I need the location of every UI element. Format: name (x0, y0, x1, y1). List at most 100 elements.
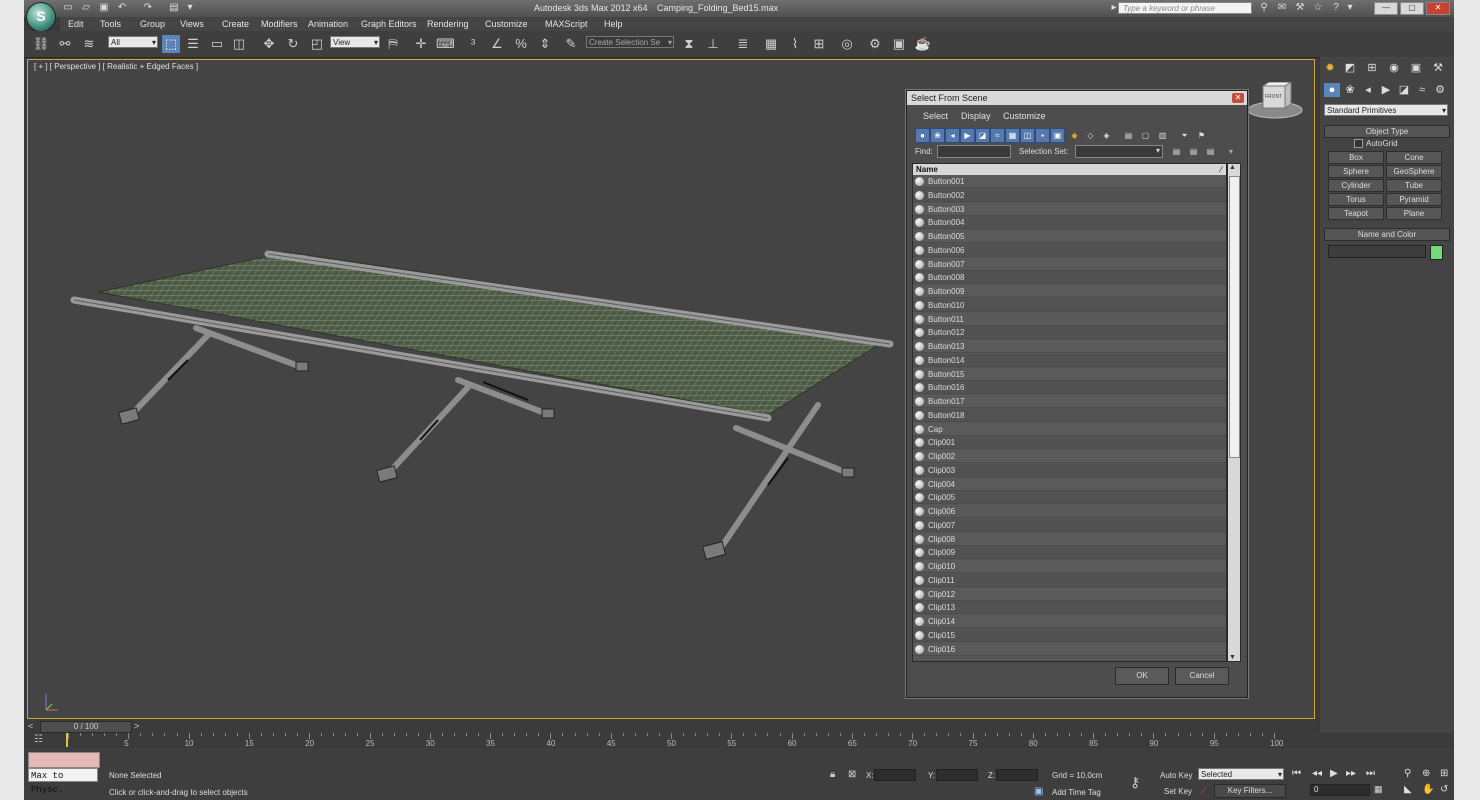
app-logo-icon[interactable]: S (26, 2, 56, 32)
dialog-menu-display[interactable]: Display (961, 111, 991, 121)
list-item[interactable]: Button010 (913, 298, 1226, 312)
menu-group[interactable]: Group (140, 19, 165, 29)
list-item[interactable]: Button006 (913, 243, 1226, 257)
display-lights-icon[interactable]: ◂ (945, 128, 960, 143)
mini-curve-editor-icon[interactable]: ☷ (34, 734, 43, 745)
display-xrefs-icon[interactable]: ◫ (1020, 128, 1035, 143)
sphere-button[interactable]: Sphere (1328, 165, 1384, 178)
set-key-mode-icon[interactable]: ⚷ (1130, 774, 1140, 791)
add-to-selection-set-icon[interactable]: ▤ (1186, 144, 1201, 159)
list-item[interactable]: Button011 (913, 312, 1226, 326)
list-item[interactable]: Clip010 (913, 560, 1226, 573)
name-and-color-rollout-header[interactable]: Name and Color (1324, 228, 1450, 241)
unlink-icon[interactable]: ⚯ (56, 35, 74, 53)
list-item[interactable]: Clip012 (913, 587, 1226, 601)
filter-icon[interactable]: ⏷ (1177, 128, 1192, 143)
tube-button[interactable]: Tube (1386, 179, 1442, 192)
select-none-icon[interactable]: ▢ (1138, 128, 1153, 143)
display-invert-icon[interactable]: ◈ (1099, 128, 1114, 143)
list-item[interactable]: Button003 (913, 202, 1226, 216)
display-tab-icon[interactable]: ▣ (1408, 61, 1424, 75)
zoom-all-icon[interactable]: ⊕ (1422, 768, 1430, 779)
align-icon[interactable]: ⊥ (704, 35, 722, 53)
shapes-icon[interactable]: ❀ (1342, 83, 1358, 97)
save-icon[interactable]: ▣ (98, 2, 110, 14)
project-folder-icon[interactable]: ▤ (168, 2, 180, 14)
time-tag-icon[interactable]: ▣ (1034, 786, 1043, 797)
mirror-icon[interactable]: ⧗ (680, 35, 698, 53)
selection-set-arrow-icon[interactable]: ▾ (1156, 146, 1160, 155)
select-manipulate-icon[interactable]: ✛ (412, 35, 430, 53)
list-item[interactable]: Button004 (913, 216, 1226, 230)
list-scrollbar[interactable]: ▲ ▼ (1227, 163, 1241, 662)
angle-snap-icon[interactable]: ∠ (488, 35, 506, 53)
reference-coordinate-dropdown[interactable]: View (330, 36, 380, 49)
binoculars-icon[interactable]: ⚲ (1258, 2, 1270, 14)
list-item[interactable]: Button015 (913, 367, 1226, 381)
move-icon[interactable]: ✥ (260, 35, 278, 53)
display-all-icon[interactable]: ◆ (1067, 128, 1082, 143)
display-cameras-icon[interactable]: ▶ (960, 128, 975, 143)
selection-lock-icon[interactable]: 🔒︎ (830, 769, 835, 780)
previous-frame-icon[interactable]: ◂◂ (1312, 768, 1322, 779)
list-item[interactable]: Button007 (913, 257, 1226, 271)
graphite-modeling-icon[interactable]: ▦ (762, 35, 780, 53)
camping-bed-model[interactable] (70, 250, 894, 560)
list-item[interactable]: Button017 (913, 395, 1226, 408)
track-bar[interactable]: ☷ 5 10 15 20 25 30 35 40 45 50 55 60 65 70 75 80 85 90 95 1… (24, 733, 1454, 748)
menu-animation[interactable]: Animation (308, 19, 348, 29)
tools-icon[interactable]: ⚒ (1294, 2, 1306, 14)
maxscript-listener[interactable]: Max to Physc. (28, 768, 98, 795)
name-column-header[interactable]: Name ⁄ (913, 164, 1226, 175)
auto-key-button[interactable]: Auto Key (1160, 771, 1192, 780)
list-item[interactable]: Clip007 (913, 518, 1226, 532)
display-groups-icon[interactable]: ▦ (1005, 128, 1020, 143)
key-mode-dropdown[interactable]: Selected (1198, 768, 1284, 781)
maximize-button[interactable]: ▢ (1400, 2, 1424, 15)
close-window-button[interactable]: ✕ (1426, 2, 1450, 15)
select-invert-icon[interactable]: ▥ (1155, 128, 1170, 143)
set-key-button[interactable]: Set Key (1164, 787, 1192, 796)
selection-filter-dropdown[interactable]: All (108, 36, 158, 49)
object-type-rollout-header[interactable]: Object Type (1324, 125, 1450, 138)
favorites-icon[interactable]: ☆ (1312, 2, 1324, 14)
menu-graph-editors[interactable]: Graph Editors (361, 19, 417, 29)
list-item[interactable]: Clip005 (913, 491, 1226, 505)
render-setup-icon[interactable]: ⚙ (866, 35, 884, 53)
menu-customize[interactable]: Customize (485, 19, 528, 29)
orbit-icon[interactable]: ↺ (1440, 784, 1448, 795)
scale-icon[interactable]: ◰ (308, 35, 326, 53)
help-dropdown-icon[interactable]: ▾ (1344, 2, 1356, 14)
display-bones-icon[interactable]: ▪ (1035, 128, 1050, 143)
percent-snap-icon[interactable]: % (512, 35, 530, 53)
window-crossing-icon[interactable]: ◫ (230, 35, 248, 53)
pyramid-button[interactable]: Pyramid (1386, 193, 1442, 206)
render-production-icon[interactable]: ☕ (914, 35, 932, 53)
select-all-icon[interactable]: ▤ (1121, 128, 1136, 143)
help-icon[interactable]: ? (1330, 2, 1342, 14)
geosphere-button[interactable]: GeoSphere (1386, 165, 1442, 178)
list-item[interactable]: Button014 (913, 353, 1226, 367)
menu-tools[interactable]: Tools (100, 19, 121, 29)
viewcube[interactable]: FRONT (1246, 81, 1304, 120)
dialog-menu-customize[interactable]: Customize (1003, 111, 1046, 121)
menu-views[interactable]: Views (180, 19, 204, 29)
open-file-icon[interactable]: ▱ (80, 2, 92, 14)
time-slider-prev-icon[interactable]: < (28, 721, 33, 731)
scene-object-list[interactable]: Name ⁄ Button001 Button002 Button003 Button… (912, 163, 1227, 662)
lights-icon[interactable]: ◂ (1360, 83, 1376, 97)
new-file-icon[interactable]: ▭ (62, 2, 74, 14)
menu-maxscript[interactable]: MAXScript (545, 19, 588, 29)
cancel-button[interactable]: Cancel (1175, 667, 1229, 685)
list-item[interactable]: Button018 (913, 408, 1226, 422)
pan-icon[interactable]: ✋ (1422, 784, 1434, 795)
snaps-toggle-icon[interactable]: ³ (464, 35, 482, 53)
layer-manager-icon[interactable]: ≣ (734, 35, 752, 53)
plane-button[interactable]: Plane (1386, 207, 1442, 220)
communication-center-icon[interactable]: ✉ (1276, 2, 1288, 14)
menu-create[interactable]: Create (222, 19, 249, 29)
x-coordinate-field[interactable] (874, 769, 916, 781)
current-frame-field[interactable]: 0 (1310, 784, 1370, 796)
toolbar-overflow-icon[interactable]: ▾ (1229, 147, 1233, 156)
list-item[interactable]: Clip003 (913, 463, 1226, 477)
